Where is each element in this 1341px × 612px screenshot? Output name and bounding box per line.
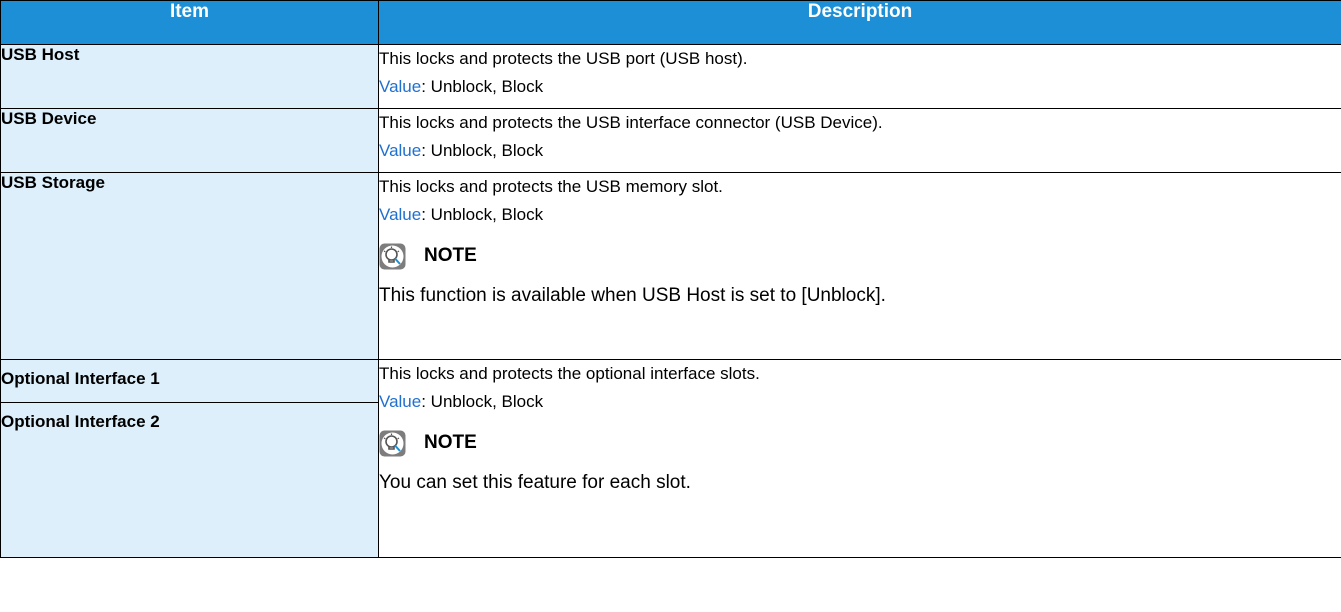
- value-label: Value: [379, 77, 422, 96]
- description-cell: This locks and protects the optional int…: [378, 359, 1341, 558]
- note-text: This function is available when USB Host…: [379, 285, 886, 306]
- column-header-item: Item: [0, 0, 379, 45]
- note-lightbulb-icon: [379, 430, 406, 457]
- description-cell: This locks and protects the USB memory s…: [378, 172, 1341, 360]
- table-row: USB Device This locks and protects the U…: [0, 108, 1341, 173]
- note-lightbulb-icon: [379, 243, 406, 270]
- note-heading: NOTE: [379, 426, 1341, 460]
- note-label: NOTE: [424, 245, 477, 266]
- settings-table: Item Description USB Host This locks and…: [0, 0, 1341, 558]
- note-label: NOTE: [424, 432, 477, 453]
- value-options: : Unblock, Block: [421, 205, 544, 224]
- note-heading: NOTE: [379, 239, 1341, 273]
- value-options: : Unblock, Block: [421, 392, 544, 411]
- value-label: Value: [379, 392, 422, 411]
- value-label: Value: [379, 205, 422, 224]
- header-row: Item Description: [0, 0, 1341, 45]
- description-text: This locks and protects the USB memory s…: [379, 177, 723, 196]
- description-cell: This locks and protects the USB interfac…: [378, 108, 1341, 173]
- table-row: USB Storage This locks and protects the …: [0, 172, 1341, 360]
- value-options: : Unblock, Block: [421, 77, 544, 96]
- note-text: You can set this feature for each slot.: [379, 472, 691, 493]
- table-row: Optional Interface 1 This locks and prot…: [0, 359, 1341, 558]
- value-line: Value: Unblock, Block: [379, 201, 1341, 229]
- value-options: : Unblock, Block: [421, 141, 544, 160]
- value-line: Value: Unblock, Block: [379, 137, 1341, 165]
- column-header-description: Description: [378, 0, 1341, 45]
- item-cell: Optional Interface 1: [0, 359, 379, 403]
- item-cell: USB Storage: [0, 172, 379, 360]
- description-cell: This locks and protects the USB port (US…: [378, 44, 1341, 109]
- description-text: This locks and protects the USB interfac…: [379, 113, 883, 132]
- item-cell: USB Host: [0, 44, 379, 109]
- description-text: This locks and protects the optional int…: [379, 364, 760, 383]
- item-cell: USB Device: [0, 108, 379, 173]
- value-line: Value: Unblock, Block: [379, 388, 1341, 416]
- value-label: Value: [379, 141, 422, 160]
- description-text: This locks and protects the USB port (US…: [379, 49, 748, 68]
- value-line: Value: Unblock, Block: [379, 73, 1341, 101]
- table-row: USB Host This locks and protects the USB…: [0, 44, 1341, 109]
- item-cell: Optional Interface 2: [0, 402, 379, 558]
